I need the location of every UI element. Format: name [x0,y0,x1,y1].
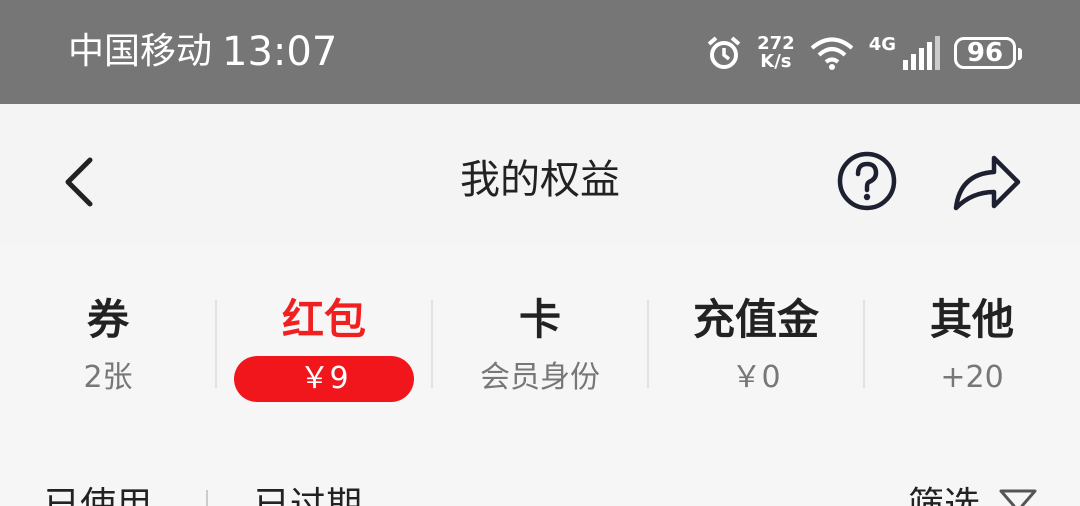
carrier-name: 中国移动 [68,31,213,72]
tab-subtitle: 2张 [83,360,133,395]
filter-button[interactable]: 筛选 [908,482,980,506]
tab-red-packets[interactable]: 红包 ￥9 [216,292,432,402]
battery-level: 96 [966,38,1004,68]
benefit-tabs: 券 2张 红包 ￥9 卡 会员身份 充值金 ￥0 其他 +20 [0,244,1080,444]
filter-expired[interactable]: 已过期 [254,482,362,506]
filter-used[interactable]: 已使用 [44,482,152,506]
help-icon[interactable] [836,150,898,212]
status-bar: 中国移动 13:07 272 K/s 4G 96 [0,0,1080,104]
page-title: 我的权益 [460,157,620,203]
tab-recharge-balance[interactable]: 充值金 ￥0 [648,292,864,398]
tab-title: 券 [86,295,129,344]
tab-title: 红包 [281,295,366,344]
tab-cards[interactable]: 卡 会员身份 [432,292,648,398]
share-icon[interactable] [950,152,1022,212]
wifi-icon [810,37,853,70]
network-speed: 272 K/s [757,35,795,71]
tab-others[interactable]: 其他 +20 [864,292,1080,398]
tab-title: 充值金 [692,295,819,344]
tab-subtitle: 会员身份 [480,360,600,395]
tab-title: 卡 [518,295,561,344]
cellular-signal-icon: 4G [869,36,940,70]
speed-unit: K/s [760,51,792,72]
tab-coupons[interactable]: 券 2张 [0,292,216,398]
clock: 13:07 [222,29,338,75]
red-packet-amount-badge: ￥9 [234,356,414,402]
tab-subtitle: ￥0 [731,360,781,395]
battery-indicator: 96 [954,37,1022,69]
alarm-icon [707,36,741,69]
navigation-bar: 我的权益 [0,104,1080,244]
network-type: 4G [868,34,896,55]
funnel-icon[interactable] [998,488,1038,506]
status-icons: 272 K/s 4G 96 [705,30,1022,76]
filter-row: 已使用 已过期 筛选 [0,444,1080,506]
tab-title: 其他 [929,295,1014,344]
filter-divider [206,490,208,506]
tab-subtitle: +20 [940,360,1004,395]
